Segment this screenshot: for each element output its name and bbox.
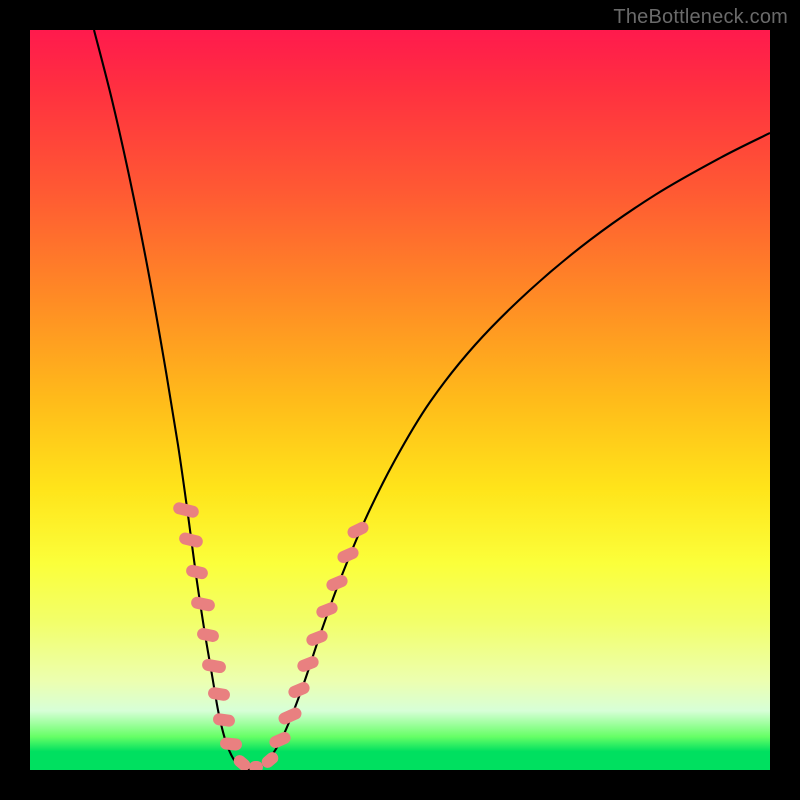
marker-left-markers-7 xyxy=(212,713,235,728)
marker-left-markers-5 xyxy=(201,658,227,674)
marker-left-markers-2 xyxy=(185,564,209,581)
marker-left-markers-3 xyxy=(190,596,216,613)
curves-layer xyxy=(30,30,770,770)
marker-right-markers-0 xyxy=(268,730,293,750)
watermark-text: TheBottleneck.com xyxy=(613,6,788,29)
marker-left-markers-8 xyxy=(219,737,242,751)
marker-left-markers-6 xyxy=(207,686,231,701)
marker-right-markers-1 xyxy=(277,706,304,727)
curve-right-curve xyxy=(248,133,770,770)
chart-stage: TheBottleneck.com xyxy=(0,0,800,800)
marker-bottom-markers-1 xyxy=(249,761,263,770)
marker-left-markers-4 xyxy=(196,627,220,643)
curve-left-curve xyxy=(94,30,248,770)
plot-area xyxy=(30,30,770,770)
marker-left-markers-1 xyxy=(178,531,204,548)
